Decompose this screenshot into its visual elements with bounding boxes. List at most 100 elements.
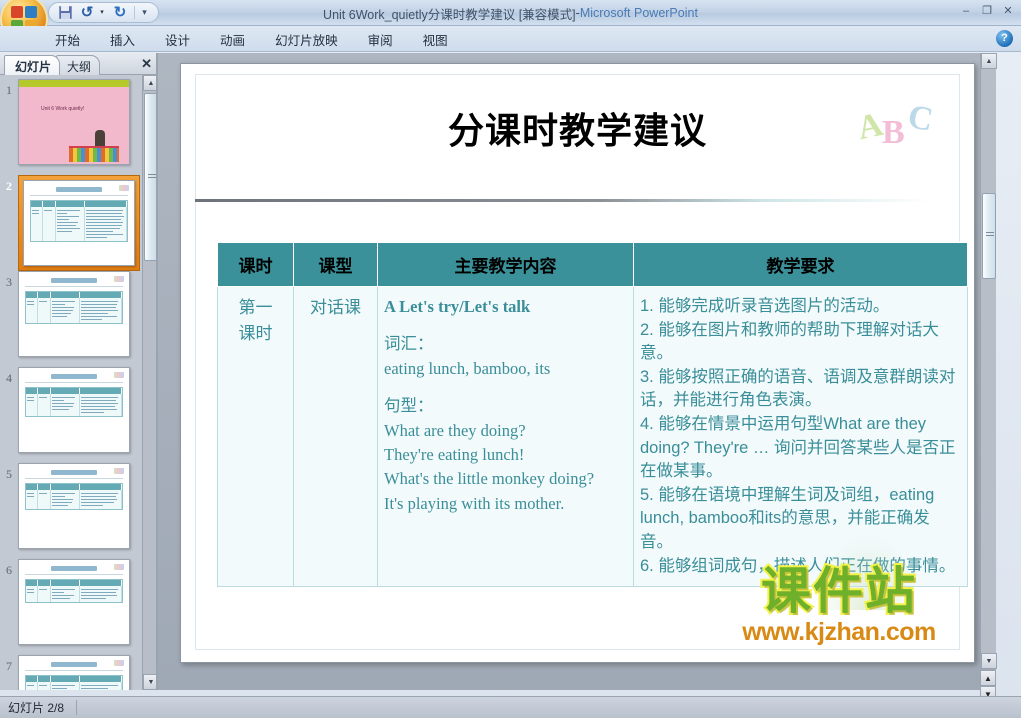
thumbnail-number: 4 <box>6 371 12 385</box>
undo-button[interactable]: ↺ <box>77 4 97 21</box>
abc-logo-icon <box>114 660 124 666</box>
pattern-line: It's playing with its mother. <box>384 493 565 513</box>
mini-table <box>25 579 123 603</box>
column-header-lesson-type: 课型 <box>293 242 378 287</box>
tab-home[interactable]: 开始 <box>40 27 95 52</box>
minimize-button[interactable]: – <box>957 3 975 18</box>
cover-top-bar <box>19 80 129 87</box>
mini-title <box>56 187 102 192</box>
tab-design[interactable]: 设计 <box>150 27 205 52</box>
mini-rule <box>25 670 123 671</box>
table-slide-preview <box>19 656 129 690</box>
tab-review[interactable]: 审阅 <box>353 27 408 52</box>
slide-title[interactable]: 分课时教学建议 <box>181 102 974 154</box>
watermark-leaf-graphic <box>808 524 928 610</box>
thumbnail-item[interactable]: 5 <box>0 459 142 555</box>
thumbnail-frame <box>18 655 130 690</box>
thumbnail-number: 6 <box>6 563 12 577</box>
scroll-up-icon[interactable]: ▲ <box>981 53 997 69</box>
table-slide-preview <box>19 560 129 644</box>
abc-logo-icon <box>114 276 124 282</box>
status-bar: 幻灯片 2/8 <box>0 696 1021 718</box>
scrollbar-thumb[interactable] <box>982 193 996 279</box>
requirement-item: 2. 能够在图片和教师的帮助下理解对话大意。 <box>640 320 939 363</box>
mini-rule <box>25 478 123 479</box>
restore-button[interactable]: ❐ <box>978 3 996 18</box>
thumbnail-frame: Unit 6 Work quietly! <box>18 79 130 165</box>
thumbnail-item[interactable]: 6 <box>0 555 142 651</box>
table-slide-preview <box>19 464 129 548</box>
table-slide-preview <box>24 181 134 265</box>
vocab-label: 词汇： <box>384 335 434 354</box>
column-header-content: 主要教学内容 <box>377 242 634 287</box>
current-slide[interactable]: A B C 分课时教学建议 课时 课型 主要教学内容 教学要求 第一 课时 对话… <box>180 63 975 663</box>
pane-tab-outline[interactable]: 大纲 <box>56 55 101 75</box>
tab-animations[interactable]: 动画 <box>205 27 260 52</box>
close-pane-icon[interactable]: ✕ <box>141 56 152 72</box>
help-icon[interactable]: ? <box>996 30 1013 47</box>
mini-rule <box>25 286 123 287</box>
pattern-line: They're eating lunch! <box>384 445 525 465</box>
mini-title <box>51 374 97 379</box>
abc-logo-icon <box>114 468 124 474</box>
thumbnail-item[interactable]: 1 Unit 6 Work quietly! <box>0 75 142 171</box>
mini-table-body <box>26 682 122 690</box>
pane-tab-slides[interactable]: 幻灯片 <box>4 55 61 75</box>
tab-insert[interactable]: 插入 <box>95 27 150 52</box>
close-button[interactable]: ✕ <box>999 3 1017 18</box>
mini-table-body <box>26 394 122 416</box>
save-icon <box>58 6 72 19</box>
qat-divider <box>134 6 135 19</box>
requirement-item: 3. 能够按照正确的语音、语调及意群朗读对话，并能进行角色表演。 <box>640 367 956 410</box>
double-up-icon: ▲ <box>984 673 992 683</box>
thumbnail-list[interactable]: 1 Unit 6 Work quietly! 2 3 4 5 6 7 <box>0 75 142 690</box>
column-header-period: 课时 <box>217 242 294 287</box>
thumbnail-preview <box>18 655 130 690</box>
previous-slide-button[interactable]: ▲ <box>980 670 996 686</box>
thumbnail-item[interactable]: 3 <box>0 267 142 363</box>
mini-title <box>51 278 97 283</box>
cover-person-graphic <box>95 130 105 146</box>
thumbnail-item[interactable]: 2 <box>0 171 142 271</box>
tab-slideshow[interactable]: 幻灯片放映 <box>260 27 353 52</box>
thumbnail-item[interactable]: 7 <box>0 651 142 690</box>
mini-rule <box>25 382 123 383</box>
ribbon-tabs: 开始 插入 设计 动画 幻灯片放映 审阅 视图 <box>40 26 463 52</box>
customize-qat-button[interactable]: ▾ <box>139 4 150 21</box>
slides-pane: 幻灯片 大纲 ✕ 1 Unit 6 Work quietly! 2 3 4 5 … <box>0 53 159 690</box>
column-header-requirements: 教学要求 <box>633 242 968 287</box>
table-header-row: 课时 课型 主要教学内容 教学要求 <box>217 242 968 287</box>
status-divider <box>76 700 78 715</box>
pattern-line: What are they doing? <box>384 420 526 440</box>
requirement-item: 4. 能够在情景中运用句型What are they doing? They'r… <box>640 414 956 481</box>
scroll-down-icon[interactable]: ▼ <box>981 653 997 669</box>
mini-table-body <box>31 207 127 241</box>
thumbnail-frame <box>18 367 130 453</box>
cover-books-graphic <box>69 146 119 162</box>
redo-button[interactable]: ↻ <box>110 4 130 21</box>
save-button[interactable] <box>55 4 75 21</box>
period-line-2: 课时 <box>238 323 273 343</box>
mini-table-body <box>26 298 122 323</box>
slide-scrollbar[interactable]: ▲ ▼ <box>980 53 997 669</box>
period-line-1: 第一 <box>238 298 273 317</box>
mini-title <box>51 566 97 571</box>
mini-table <box>30 200 128 242</box>
thumbnail-item[interactable]: 4 <box>0 363 142 459</box>
table-slide-preview <box>19 272 129 356</box>
window-title-document: Unit 6Work_quietly分课时教学建议 [兼容模式] <box>323 7 576 22</box>
mini-table-body <box>26 490 122 509</box>
powerpoint-window: Unit 6Work_quietly分课时教学建议 [兼容模式] - Micro… <box>0 0 1021 718</box>
abc-logo-icon <box>119 185 129 191</box>
thumbnail-number: 5 <box>6 467 12 481</box>
thumbnail-frame <box>18 271 130 357</box>
thumbnail-preview: Unit 6 Work quietly! <box>18 79 130 165</box>
undo-dropdown-button[interactable]: ▾ <box>99 4 108 21</box>
chevron-down-icon: ▾ <box>100 9 104 16</box>
tab-view[interactable]: 视图 <box>408 27 463 52</box>
chevron-down-icon: ▾ <box>142 7 147 17</box>
quick-access-toolbar: ↺ ▾ ↻ ▾ <box>48 2 159 23</box>
mini-table <box>25 387 123 417</box>
